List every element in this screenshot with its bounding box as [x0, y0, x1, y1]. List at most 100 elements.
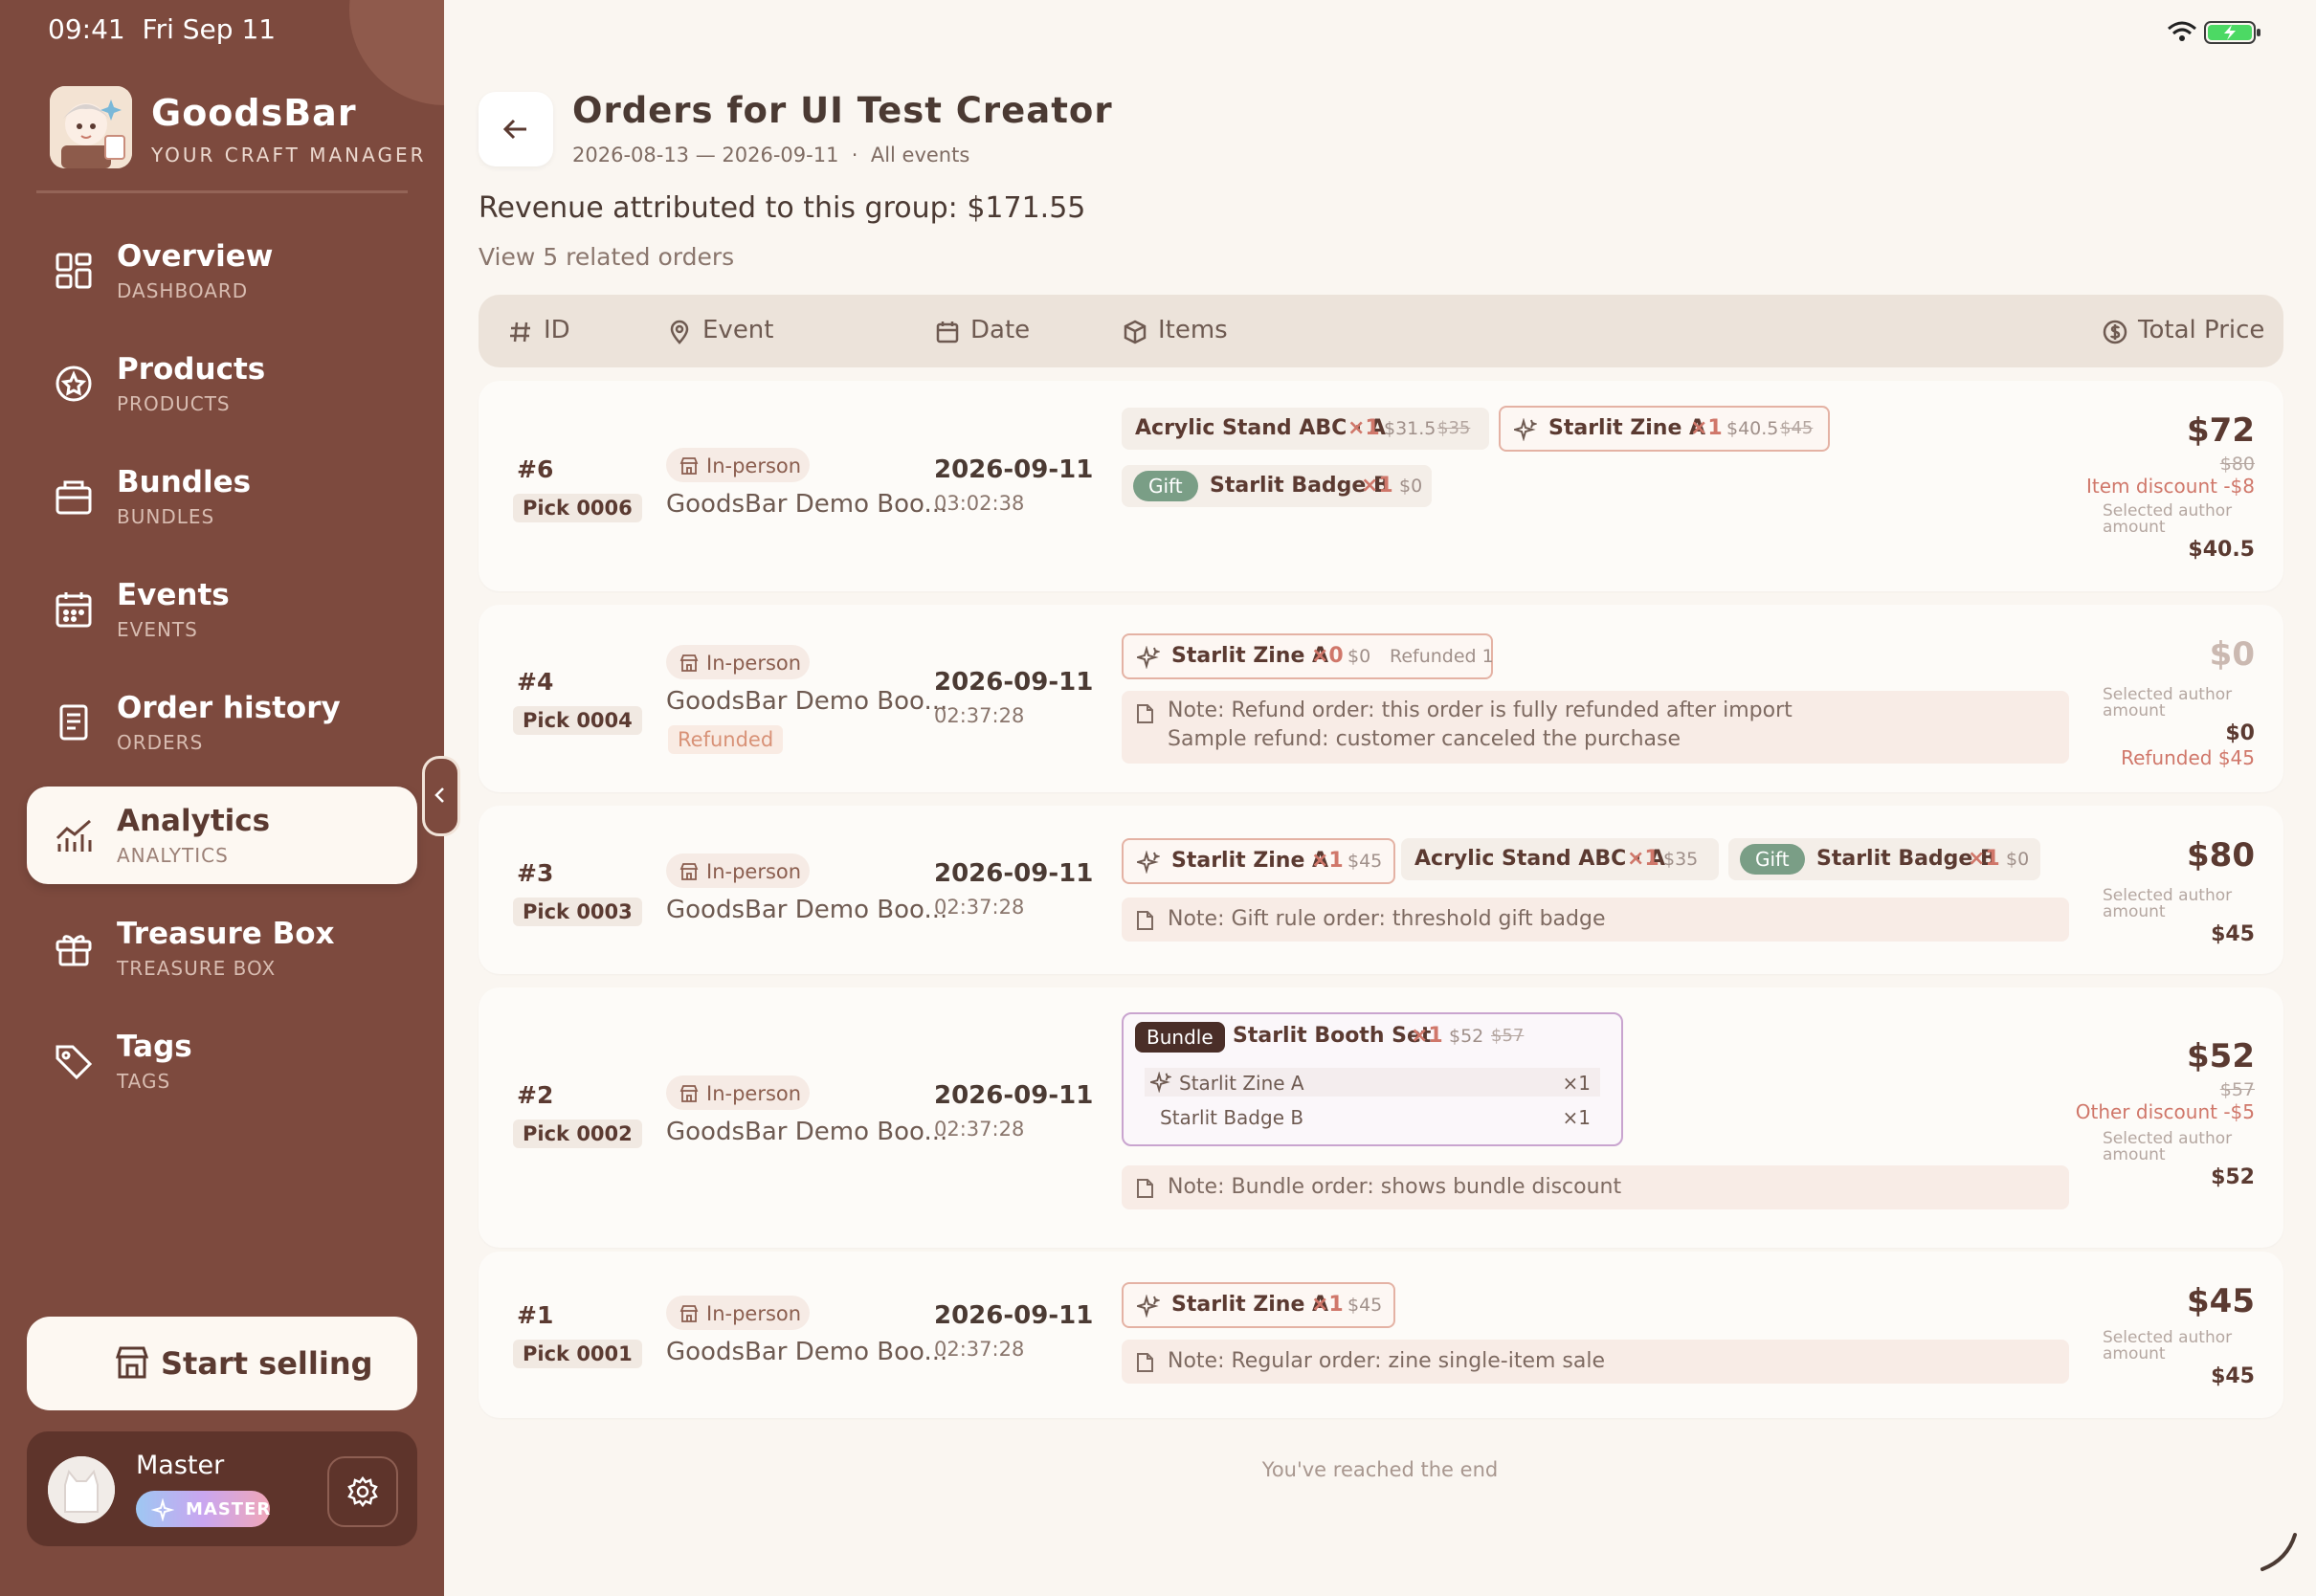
order-total: $0 [2209, 635, 2255, 674]
brand-tagline: YOUR CRAFT MANAGER [151, 144, 427, 166]
nav-sublabel: EVENTS [117, 618, 198, 641]
refunded-status-badge: Refunded [668, 725, 784, 754]
nav-item-overview[interactable]: Overview DASHBOARD [27, 222, 417, 320]
nav-item-analytics[interactable]: Analytics ANALYTICS [27, 787, 417, 884]
nav-label: Bundles [117, 465, 252, 499]
order-row-3[interactable]: #3 Pick 0003 In-person GoodsBar Demo Boo… [479, 806, 2283, 974]
main-content: Orders for UI Test Creator 2026-08-13 — … [444, 0, 2316, 1596]
user-name: Master [136, 1451, 225, 1480]
store-icon [679, 1305, 699, 1322]
author-amount-label: Selected author amount [2103, 685, 2233, 720]
pick-number: Pick 0006 [513, 494, 642, 522]
order-id: #4 [517, 668, 554, 696]
avatar[interactable] [48, 1456, 115, 1523]
order-id: #2 [517, 1081, 554, 1109]
nav-label: Events [117, 578, 230, 612]
author-amount: $52 [2211, 1165, 2255, 1189]
event-type-badge: In-person [666, 448, 810, 482]
note-icon [1137, 911, 1153, 930]
order-id: #3 [517, 859, 554, 887]
bundle-child-item: Starlit Zine A ×1 [1145, 1068, 1600, 1097]
order-note: Note: Bundle order: shows bundle discoun… [1122, 1165, 2069, 1209]
order-note: Note: Regular order: zine single-item sa… [1122, 1340, 2069, 1384]
app-logo [50, 86, 132, 168]
nav-sublabel: ANALYTICS [117, 844, 229, 867]
dollar-circle-icon [2103, 320, 2127, 344]
item-chip[interactable]: Acrylic Stand ABC · A ×1 $31.5 $35 [1122, 408, 1489, 450]
product-star-icon [52, 362, 96, 406]
item-chip[interactable]: Starlit Zine A ×1 $45 [1122, 838, 1395, 884]
calendar-icon [936, 321, 959, 344]
status-icons [2163, 17, 2268, 50]
event-type-badge: In-person [666, 645, 810, 679]
order-time: 03:02:38 [934, 492, 1025, 515]
order-date: 2026-09-11 [934, 859, 1094, 888]
back-button[interactable] [479, 92, 553, 166]
shop-icon [113, 1343, 151, 1382]
user-card: Master MASTER [27, 1431, 417, 1546]
page-title: Orders for UI Test Creator [572, 90, 1113, 131]
nav-label: Products [117, 352, 266, 387]
nav-sublabel: DASHBOARD [117, 279, 249, 302]
nav-item-products[interactable]: Products PRODUCTS [27, 335, 417, 432]
status-clock: 09:41 Fri Sep 11 [48, 13, 277, 45]
event-type-badge: In-person [666, 1296, 810, 1330]
nav-item-order-history[interactable]: Order history ORDERS [27, 674, 417, 771]
order-row-4[interactable]: #4 Pick 0004 In-person GoodsBar Demo Boo… [479, 605, 2283, 792]
sparkle-icon [1137, 646, 1160, 669]
gift-badge: Gift [1133, 471, 1198, 501]
receipt-icon [52, 700, 96, 744]
item-chip[interactable]: Gift Starlit Badge B ×1 $0 [1122, 465, 1432, 507]
nav-item-treasure-box[interactable]: Treasure Box TREASURE BOX [27, 899, 417, 997]
item-chip[interactable]: Starlit Zine A ×0 $0 Refunded 1 [1122, 633, 1494, 679]
order-total: $45 [2187, 1282, 2255, 1320]
bundle-qty: ×1 [1411, 1024, 1443, 1048]
sparkle-icon [1137, 1295, 1160, 1318]
author-amount-label: Selected author amount [2103, 501, 2233, 537]
bundle-original-price: $57 [1491, 1026, 1525, 1046]
sidebar: 09:41 Fri Sep 11 GoodsBar YOUR CRAFT MAN… [0, 0, 444, 1596]
event-name: GoodsBar Demo Boo... [666, 1338, 948, 1366]
nav-label: Treasure Box [117, 917, 335, 951]
bundle-child-item: Starlit Badge B ×1 [1160, 1106, 1591, 1129]
related-orders-link[interactable]: View 5 related orders [479, 243, 734, 271]
order-time: 02:37:28 [934, 896, 1025, 919]
nav-sublabel: PRODUCTS [117, 392, 231, 415]
item-chip[interactable]: Starlit Zine A ×1 $45 [1122, 1282, 1395, 1328]
order-row-2[interactable]: #2 Pick 0002 In-person GoodsBar Demo Boo… [479, 987, 2283, 1248]
pick-number: Pick 0001 [513, 1340, 642, 1368]
sparkle-icon [151, 1498, 174, 1521]
gift-badge: Gift [1740, 844, 1805, 875]
discount-line: Item discount -$8 [2085, 475, 2255, 498]
dashboard-grid-icon [52, 249, 96, 293]
order-row-6[interactable]: #6 Pick 0006 In-person GoodsBar Demo Boo… [479, 381, 2283, 591]
event-type-badge: In-person [666, 1075, 810, 1110]
author-amount-label: Selected author amount [2103, 886, 2233, 921]
wifi-battery-icon [2168, 21, 2260, 44]
order-time: 02:37:28 [934, 704, 1025, 727]
nav-item-tags[interactable]: Tags TAGS [27, 1012, 417, 1110]
order-row-1[interactable]: #1 Pick 0001 In-person GoodsBar Demo Boo… [479, 1252, 2283, 1418]
order-note: Note: Gift rule order: threshold gift ba… [1122, 898, 2069, 942]
nav-item-bundles[interactable]: Bundles BUNDLES [27, 448, 417, 545]
settings-button[interactable] [327, 1456, 398, 1527]
order-id: #6 [517, 455, 554, 483]
corner-handle-icon [2249, 1521, 2306, 1583]
end-of-list-message: You've reached the end [1261, 1458, 1499, 1481]
event-name: GoodsBar Demo Boo... [666, 687, 948, 716]
author-amount: $0 [2225, 721, 2255, 745]
original-total: $57 [2219, 1079, 2255, 1100]
original-total: $80 [2219, 454, 2255, 475]
item-chip[interactable]: Starlit Zine A ×1 $40.5 $45 [1499, 406, 1830, 452]
brand-name: GoodsBar [151, 92, 357, 134]
chart-icon [52, 813, 96, 857]
nav-sublabel: TAGS [117, 1070, 171, 1093]
order-date: 2026-09-11 [934, 668, 1094, 697]
bundle-price: $52 [1449, 1026, 1484, 1047]
item-chip[interactable]: Gift Starlit Badge B ×1 $0 [1728, 838, 2040, 880]
start-selling-button[interactable]: Start selling [27, 1317, 417, 1410]
nav-item-events[interactable]: Events EVENTS [27, 561, 417, 658]
bundle-card[interactable]: Bundle Starlit Booth Set ×1 $52 $57 Star… [1122, 1012, 1623, 1146]
item-chip[interactable]: Acrylic Stand ABC · A ×1 $35 [1401, 838, 1719, 880]
sparkle-icon [1150, 1072, 1171, 1093]
